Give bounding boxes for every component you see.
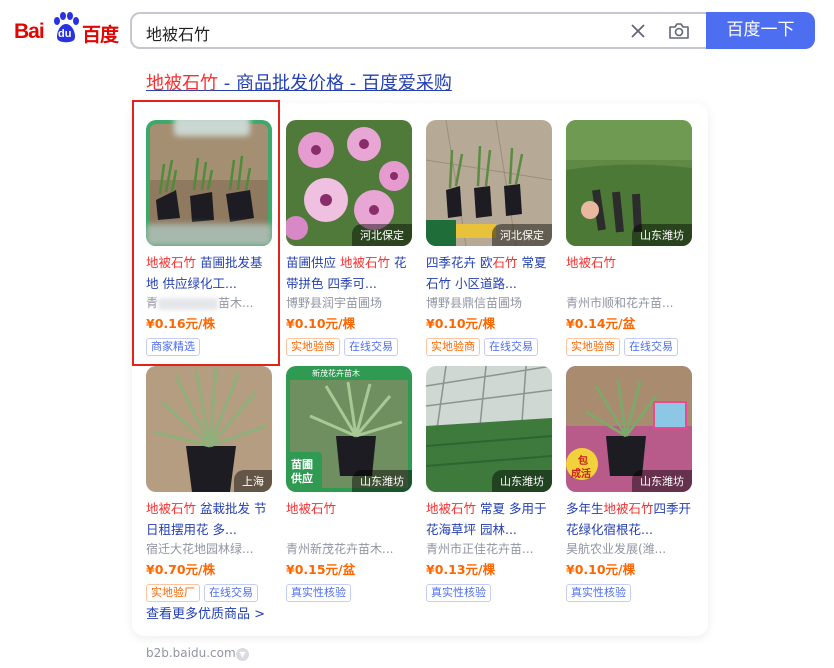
title-rest: - 商品批发价格 - 百度爱采购 (218, 73, 452, 94)
shop-name[interactable]: 博野县鼎信苗圃场 (426, 294, 552, 312)
logo-bai-text: Bai (14, 20, 45, 43)
product-name[interactable]: 多年生地被石竹四季开花绿化宿根花... (566, 498, 692, 540)
title-highlight: 地被石竹 (146, 73, 218, 94)
product-name[interactable]: 地被石竹 (566, 252, 692, 294)
product-price: ¥0.10元/棵 (426, 316, 496, 331)
product-item-5[interactable]: 上海 地被石竹 盆栽批发 节日租摆用花 多... 宿迁大花地园林绿... ¥0.… (146, 366, 272, 602)
shop-name[interactable]: 博野县润宇苗圃场 (286, 294, 412, 312)
tag-verified-merchant: 实地验商 (426, 338, 480, 356)
source-url[interactable]: b2b.baidu.com (146, 646, 236, 660)
search-input[interactable]: 地被石竹 (130, 12, 708, 49)
product-image[interactable]: 上海 (146, 366, 272, 492)
product-item-6[interactable]: 新茂花卉苗木 苗圃 供应 山东潍坊 地被石竹 青州新茂花卉苗木... ¥0.15… (286, 366, 412, 602)
camera-icon[interactable] (668, 21, 690, 41)
tag-authenticity-verified: 真实性核验 (566, 584, 631, 602)
location-badge: 河北保定 (492, 224, 552, 246)
product-item-7[interactable]: 山东潍坊 地被石竹 常夏 多用于花海草坪 园林... 青州市正佳花卉苗... ¥… (426, 366, 552, 602)
search-button[interactable]: 百度一下 (706, 12, 815, 49)
image-badge-text-2: 成活 (571, 469, 591, 480)
tag-online-trade: 在线交易 (624, 338, 678, 356)
product-name[interactable]: 四季花卉 欧石竹 常夏石竹 小区道路... (426, 252, 552, 294)
tag-authenticity-verified: 真实性核验 (426, 584, 491, 602)
logo-du-text: du (58, 28, 72, 40)
product-item-4[interactable]: 山东潍坊 地被石竹 青州市顺和花卉苗... ¥0.14元/盆 实地验商 在线交易 (566, 120, 692, 356)
tag-online-trade: 在线交易 (484, 338, 538, 356)
tag-verified-merchant: 实地验商 (566, 338, 620, 356)
chevron-down-icon[interactable]: ▼ (236, 648, 249, 661)
product-price: ¥0.15元/盆 (286, 562, 356, 577)
shop-name[interactable]: 青州市正佳花卉苗... (426, 540, 552, 558)
product-image[interactable]: 山东潍坊 (426, 366, 552, 492)
product-price: ¥0.70元/株 (146, 562, 216, 577)
product-image[interactable]: 新茂花卉苗木 苗圃 供应 山东潍坊 (286, 366, 412, 492)
product-price: ¥0.13元/棵 (426, 562, 496, 577)
location-badge: 山东潍坊 (632, 470, 692, 492)
image-badge-text-2: 供应 (291, 472, 313, 485)
product-name[interactable]: 地被石竹 盆栽批发 节日租摆用花 多... (146, 498, 272, 540)
search-query-text: 地被石竹 (146, 25, 211, 44)
product-image[interactable]: 包 成活 山东潍坊 (566, 366, 692, 492)
product-image[interactable]: 河北保定 (286, 120, 412, 246)
product-name[interactable]: 地被石竹花苗圃供应 地被石竹 花带拼色 四季可... (286, 252, 412, 294)
product-item-3[interactable]: 河北保定 四季花卉 欧石竹 常夏石竹 小区道路... 博野县鼎信苗圃场 ¥0.1… (426, 120, 552, 356)
location-badge: 上海 (234, 470, 272, 492)
shop-name[interactable]: 昊航农业发展(潍... (566, 540, 692, 558)
tag-verified-merchant: 实地验商 (286, 338, 340, 356)
product-price: ¥0.14元/盆 (566, 316, 636, 331)
tag-authenticity-verified: 真实性核验 (286, 584, 351, 602)
logo-cn-text: 百度 (82, 24, 119, 46)
shop-name[interactable]: 宿迁大花地园林绿... (146, 540, 272, 558)
location-badge: 山东潍坊 (492, 470, 552, 492)
location-badge: 河北保定 (352, 224, 412, 246)
baidu-logo[interactable]: Bai du 百度 (14, 12, 119, 48)
product-item-8[interactable]: 包 成活 山东潍坊 多年生地被石竹四季开花绿化宿根花... 昊航农业发展(潍..… (566, 366, 692, 602)
tag-online-trade: 在线交易 (344, 338, 398, 356)
location-badge: 山东潍坊 (632, 224, 692, 246)
image-banner-text: 新茂花卉苗木 (312, 369, 360, 378)
product-name[interactable]: 地被石竹 常夏 多用于花海草坪 园林... (426, 498, 552, 540)
tag-verified-factory: 实地验厂 (146, 584, 200, 602)
close-icon[interactable] (628, 21, 648, 41)
product-price: ¥0.10元/棵 (566, 562, 636, 577)
product-item-2[interactable]: 河北保定 地被石竹花苗圃供应 地被石竹 花带拼色 四季可... 博野县润宇苗圃场… (286, 120, 412, 356)
product-name[interactable]: 地被石竹 (286, 498, 412, 540)
location-badge: 山东潍坊 (352, 470, 412, 492)
shop-name[interactable]: 青州新茂花卉苗木... (286, 540, 412, 558)
shop-name[interactable]: 青州市顺和花卉苗... (566, 294, 692, 312)
product-price: ¥0.10元/棵 (286, 316, 356, 331)
product-image[interactable]: 山东潍坊 (566, 120, 692, 246)
result-title-link[interactable]: 地被石竹 - 商品批发价格 - 百度爱采购 (146, 69, 452, 95)
tag-online-trade: 在线交易 (204, 584, 258, 602)
more-products-link[interactable]: 查看更多优质商品 > (146, 603, 265, 622)
selection-highlight-box (132, 100, 280, 366)
product-image[interactable]: 河北保定 (426, 120, 552, 246)
